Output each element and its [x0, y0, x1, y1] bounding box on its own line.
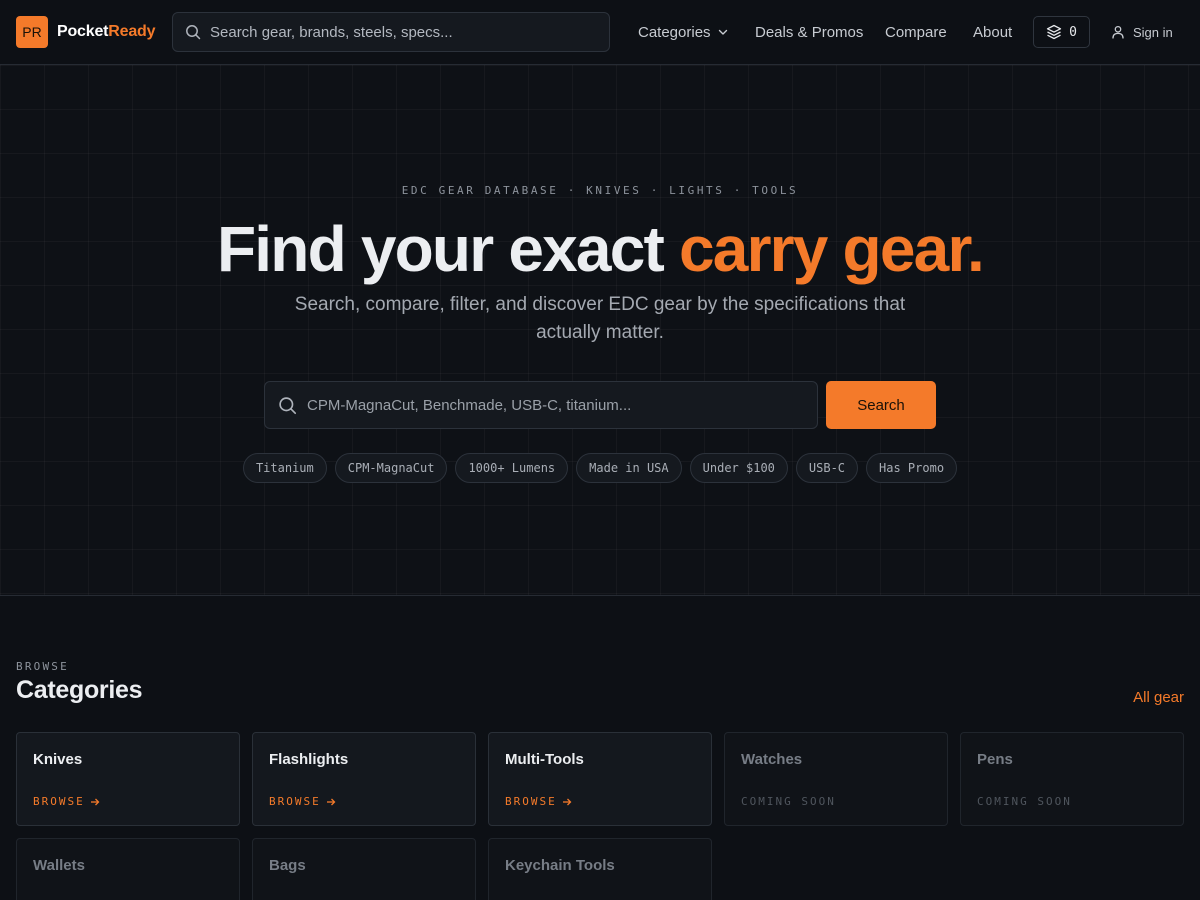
chip-under-100[interactable]: Under $100	[689, 453, 788, 483]
category-card-multi-tools[interactable]: Multi-Tools BROWSE	[488, 732, 712, 826]
category-card-pens: Pens COMING SOON	[960, 732, 1184, 826]
all-gear-link[interactable]: All gear	[1133, 689, 1184, 706]
category-name: Wallets	[33, 857, 85, 874]
hero-search-input[interactable]	[307, 396, 797, 414]
category-name: Pens	[977, 751, 1013, 768]
browse-action: BROWSE	[33, 795, 100, 808]
category-name: Multi-Tools	[505, 751, 584, 768]
quick-filter-chips: Titanium CPM-MagnaCut 1000+ Lumens Made …	[0, 453, 1200, 483]
compare-count: 0	[1069, 24, 1077, 40]
sign-in-link[interactable]: Sign in	[1111, 0, 1173, 64]
category-name: Knives	[33, 751, 83, 768]
arrow-right-icon	[326, 798, 336, 805]
search-icon	[186, 25, 201, 40]
coming-soon-label: COMING SOON	[741, 795, 836, 808]
nav-categories[interactable]: Categories	[638, 0, 729, 64]
top-nav-bar: PR PocketReady Categories Deals & Promos…	[0, 0, 1200, 65]
header-search[interactable]	[172, 12, 610, 52]
layers-icon	[1046, 24, 1062, 40]
category-card-wallets: Wallets	[16, 838, 240, 900]
category-card-bags: Bags	[252, 838, 476, 900]
category-name: Flashlights	[269, 751, 349, 768]
coming-soon-label: COMING SOON	[977, 795, 1072, 808]
chip-1000-lumens[interactable]: 1000+ Lumens	[455, 453, 569, 483]
chip-usb-c[interactable]: USB-C	[795, 453, 859, 483]
nav-deals[interactable]: Deals & Promos	[755, 0, 863, 64]
browse-action: BROWSE	[505, 795, 572, 808]
logo-badge: PR	[16, 16, 48, 48]
chevron-down-icon	[718, 29, 727, 35]
category-card-keychain-tools: Keychain Tools	[488, 838, 712, 900]
category-name: Keychain Tools	[505, 857, 615, 874]
compare-stack-button[interactable]: 0	[1033, 16, 1090, 48]
search-button[interactable]: Search	[826, 381, 936, 429]
user-icon	[1112, 25, 1124, 39]
category-card-knives[interactable]: Knives BROWSE	[16, 732, 240, 826]
arrow-right-icon	[90, 798, 100, 805]
nav-compare[interactable]: Compare	[885, 0, 947, 64]
hero-section: EDC GEAR DATABASE · KNIVES · LIGHTS · TO…	[0, 65, 1200, 596]
arrow-right-icon	[562, 798, 572, 805]
hero-title: Find your exact carry gear.	[217, 213, 985, 285]
category-card-watches: Watches COMING SOON	[724, 732, 948, 826]
chip-cpm-magnacut[interactable]: CPM-MagnaCut	[334, 453, 448, 483]
hero-subtitle: Search, compare, filter, and discover ED…	[294, 294, 906, 343]
search-icon	[279, 396, 297, 414]
category-name: Watches	[741, 751, 803, 768]
browse-kicker: BROWSE	[16, 660, 69, 673]
chip-made-in-usa[interactable]: Made in USA	[576, 453, 682, 483]
category-card-flashlights[interactable]: Flashlights BROWSE	[252, 732, 476, 826]
logo[interactable]: PR PocketReady	[16, 16, 156, 48]
hero-search[interactable]	[264, 381, 818, 429]
chip-titanium[interactable]: Titanium	[242, 453, 327, 483]
hero-kicker: EDC GEAR DATABASE · KNIVES · LIGHTS · TO…	[401, 184, 799, 197]
section-title: Categories	[16, 676, 143, 704]
nav-about[interactable]: About	[973, 0, 1012, 64]
chip-has-promo[interactable]: Has Promo	[866, 453, 958, 483]
browse-action: BROWSE	[269, 795, 336, 808]
category-name: Bags	[269, 857, 306, 874]
header-search-input[interactable]	[210, 23, 590, 41]
logo-wordmark: PocketReady	[57, 23, 156, 40]
